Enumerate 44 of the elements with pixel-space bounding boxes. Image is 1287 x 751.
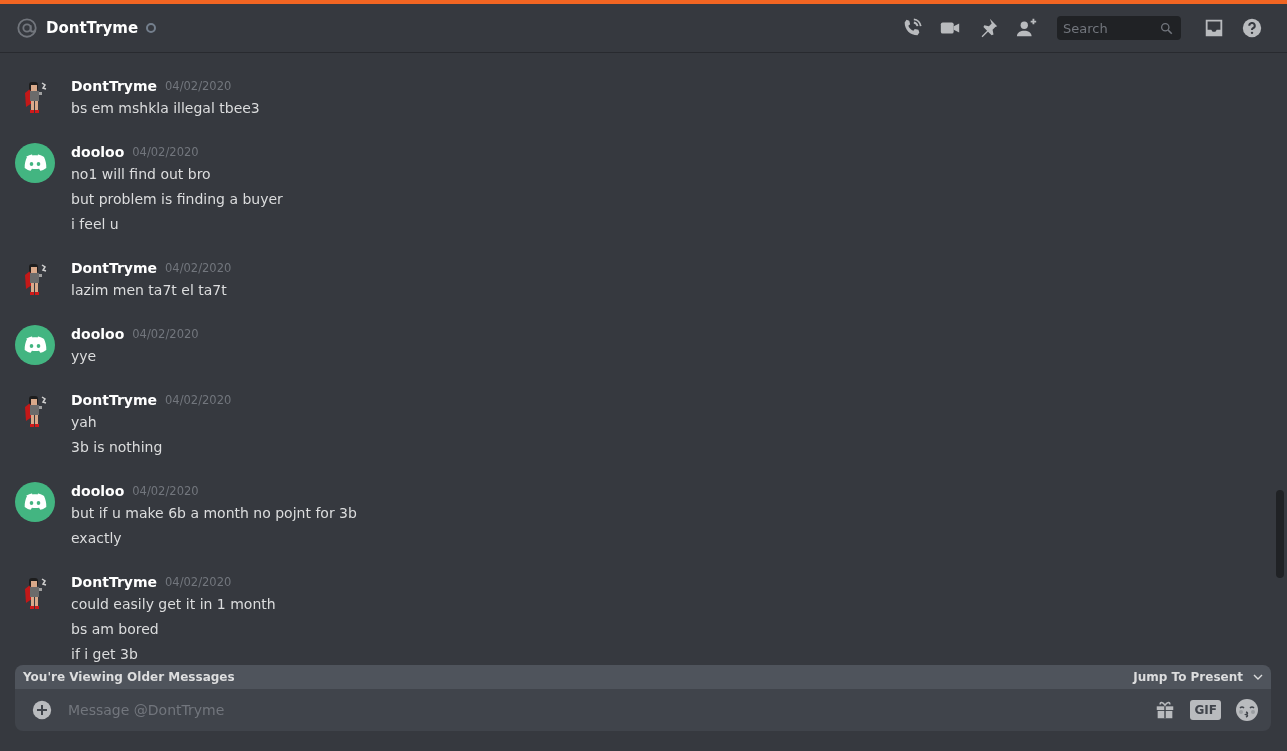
author-name[interactable]: DontTryme xyxy=(71,392,158,408)
timestamp: 04/02/2020 xyxy=(165,79,232,93)
jump-to-present-button[interactable]: Jump To Present xyxy=(1133,670,1263,684)
search-field[interactable]: Search xyxy=(1057,16,1181,40)
emoji-icon[interactable] xyxy=(1235,698,1259,722)
at-sign-icon xyxy=(16,17,38,39)
author-name[interactable]: dooloo xyxy=(71,483,125,499)
timestamp: 04/02/2020 xyxy=(165,393,232,407)
help-icon[interactable] xyxy=(1241,17,1263,39)
avatar[interactable] xyxy=(15,143,55,183)
author-name[interactable]: DontTryme xyxy=(71,78,158,94)
timestamp: 04/02/2020 xyxy=(132,327,199,341)
message-text: exactly xyxy=(71,529,123,548)
message-text: no1 will find out bro xyxy=(71,165,212,184)
message-text: yah xyxy=(71,413,98,432)
message-text: but if u make 6b a month no pojnt for 3b xyxy=(71,504,357,523)
author-name[interactable]: dooloo xyxy=(71,326,125,342)
timestamp: 04/02/2020 xyxy=(165,575,232,589)
timestamp: 04/02/2020 xyxy=(132,145,199,159)
message-text: i feel u xyxy=(71,215,120,234)
scrollbar[interactable] xyxy=(1276,490,1284,578)
message-text: bs em mshkla illegal tbee3 xyxy=(71,99,260,118)
message-text: bs am bored xyxy=(71,620,160,639)
author-name[interactable]: dooloo xyxy=(71,144,125,160)
message-text: 3b is nothing xyxy=(71,438,164,457)
message-text: but problem is finding a buyer xyxy=(71,190,283,209)
avatar[interactable] xyxy=(15,482,55,522)
author-name[interactable]: DontTryme xyxy=(71,574,158,590)
search-icon xyxy=(1160,21,1173,35)
add-icon[interactable] xyxy=(32,700,52,720)
inbox-icon[interactable] xyxy=(1203,17,1225,39)
message-text: could easily get it in 1 month xyxy=(71,595,276,614)
add-friend-icon[interactable] xyxy=(1015,17,1039,39)
gif-button[interactable]: GIF xyxy=(1190,700,1221,720)
channel-title: DontTryme xyxy=(46,19,139,37)
author-name[interactable]: DontTryme xyxy=(71,260,158,276)
timestamp: 04/02/2020 xyxy=(165,261,232,275)
message-text: if i get 3b xyxy=(71,645,139,664)
message-text: lazim men ta7t el ta7t xyxy=(71,281,228,300)
avatar[interactable] xyxy=(15,325,55,365)
banner-text: You're Viewing Older Messages xyxy=(23,670,235,684)
message-text: yye xyxy=(71,347,98,366)
timestamp: 04/02/2020 xyxy=(132,484,199,498)
caret-icon xyxy=(1253,674,1263,680)
